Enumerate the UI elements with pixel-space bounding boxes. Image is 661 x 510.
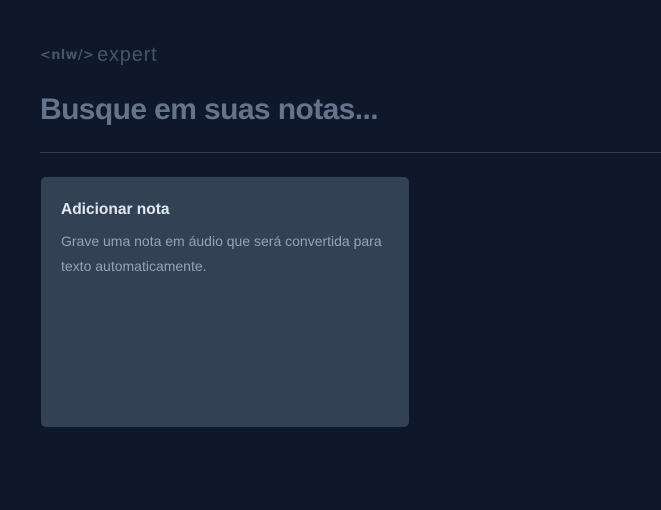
add-note-title: Adicionar nota	[61, 201, 170, 218]
logo-expert-text: expert	[97, 44, 158, 66]
divider	[40, 152, 661, 153]
search-input[interactable]	[40, 88, 640, 132]
add-note-card[interactable]: Adicionar nota Grave uma nota em áudio q…	[41, 177, 409, 427]
add-note-description: Grave uma nota em áudio que será convert…	[61, 233, 382, 274]
logo-nlw-text: <nlw/>	[40, 47, 95, 63]
app-logo: <nlw/> expert	[40, 44, 157, 66]
search-form	[40, 88, 661, 132]
